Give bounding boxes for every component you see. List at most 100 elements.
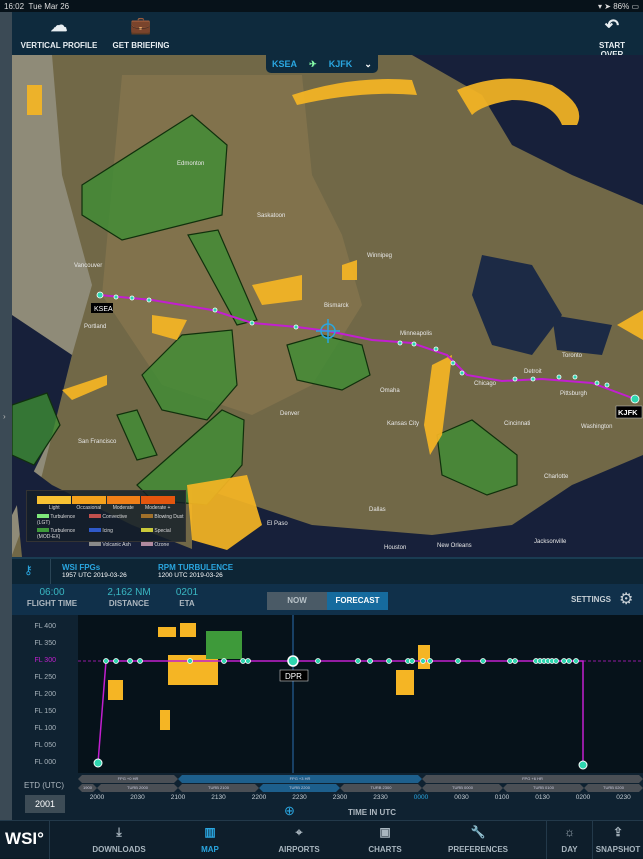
city-label: Omaha (380, 388, 400, 394)
data-source-bar: ⚷ WSI FPGs 1957 UTC 2019-03-26 RPM TURBU… (12, 557, 643, 584)
time-cursor-handle-icon[interactable]: ⊕ (284, 803, 295, 819)
legend-item: Blowing Dust (141, 514, 191, 526)
waypoint (450, 360, 456, 366)
airport-target-icon: ⌖ (295, 825, 303, 839)
time-slider[interactable]: ETD (UTC) 2001 FPG +0 HR FPG +3 HR FPG +6 … (12, 773, 643, 820)
legend-item: Turbulence (MOD-EX) (37, 528, 76, 540)
legend-occasional: Occasional (76, 505, 102, 511)
waypoint (249, 320, 255, 326)
time-tick-label: 0130 (535, 794, 550, 801)
origin-marker (93, 758, 103, 768)
legend-item: Special (141, 528, 191, 540)
city-label: New Orleans (437, 543, 472, 549)
turbulence-cell (168, 655, 218, 685)
turbulence-time-segment[interactable]: TURB 2000 (97, 784, 178, 792)
city-label: Dallas (369, 507, 386, 513)
aircraft-position-marker (287, 655, 299, 667)
tab-preferences[interactable]: 🔧 PREFERENCES (445, 821, 511, 859)
time-tick-label: 2230 (292, 794, 307, 801)
legend-item: Turbulence (LGT) (37, 514, 76, 526)
profile-waypoint (221, 658, 227, 664)
get-briefing-label: GET BRIEFING (112, 41, 170, 50)
sun-icon: ☼ (564, 825, 575, 839)
turbulence-time-segment[interactable]: TURB 0100 (503, 784, 584, 792)
city-label: Toronto (562, 353, 583, 359)
waypoint (433, 346, 439, 352)
waypoint (212, 307, 218, 313)
vertical-profile-chart[interactable]: DPR (78, 615, 643, 773)
turbulence-time-segment[interactable]: 1900 (78, 784, 97, 792)
top-toolbar: ☁ VERTICAL PROFILE 💼 GET BRIEFING ↶START O… (12, 12, 643, 59)
turbulence-time-segment[interactable]: TURB 2100 (178, 784, 259, 792)
legend-item: Icing (89, 528, 139, 540)
profile-waypoint (187, 658, 193, 664)
key-icon[interactable]: ⚷ (24, 563, 33, 577)
flight-level-label: FL 000 (34, 759, 56, 766)
city-label: El Paso (267, 521, 288, 527)
time-tick-label: 2100 (170, 794, 186, 801)
turbulence-time-segment[interactable]: TURB 0000 (422, 784, 503, 792)
waypoint (96, 291, 104, 299)
forecast-button[interactable]: FORECAST (327, 592, 388, 610)
profile-waypoint (561, 658, 567, 664)
waypoint (146, 297, 152, 303)
vertical-profile-button[interactable]: ☁ VERTICAL PROFILE (18, 16, 100, 50)
time-tick-label: 0230 (616, 794, 631, 801)
destination-code: KJFK (328, 59, 353, 69)
turbulence-cell (158, 627, 176, 637)
flight-time-value: 06:00 (39, 587, 65, 598)
profile-waypoint (455, 658, 461, 664)
gear-icon[interactable]: ⚙ (619, 589, 633, 609)
tab-airports[interactable]: ⌖ AIRPORTS (270, 821, 328, 859)
city-label: Winnipeg (367, 253, 392, 259)
settings-button[interactable]: SETTINGS (571, 595, 611, 604)
city-label: Edmonton (177, 161, 204, 167)
time-tick-label: 0030 (454, 794, 469, 801)
tab-map[interactable]: ▥ MAP (190, 821, 230, 859)
start-over-button[interactable]: ↶START OVER (587, 16, 637, 59)
legend-item: Ozone (141, 542, 191, 548)
turbulence-cell (180, 623, 196, 637)
flight-level-axis: FL 400 FL 350 FL 300 FL 250 FL 200 FL 150 FL 1… (12, 615, 78, 773)
waypoint (530, 376, 536, 382)
now-button[interactable]: NOW (267, 592, 327, 610)
snapshot-button[interactable]: ⇪ SNAPSHOT (592, 821, 643, 859)
distance-value: 2,162 NM (107, 587, 151, 598)
flight-time-label: FLIGHT TIME (26, 599, 78, 608)
etd-input[interactable]: 2001 (25, 795, 65, 813)
time-tick-label: 2000 (89, 794, 105, 801)
undo-icon: ↶ (604, 16, 620, 35)
turbulence-cell (418, 645, 430, 669)
turbulence-time-segment[interactable]: TURB 2300 (340, 784, 422, 792)
profile-waypoint (103, 658, 109, 664)
tab-charts[interactable]: ▣ CHARTS (360, 821, 410, 859)
map-view[interactable]: KSEA KJFK Vancouver Portland San Francis… (12, 55, 643, 557)
briefcase-icon: 💼 (130, 16, 152, 35)
fpg-source-title: WSI FPGs (62, 563, 101, 572)
legend-item: Convective (89, 514, 139, 526)
turbulence-cell (160, 710, 170, 730)
side-drawer-handle[interactable]: › (0, 12, 12, 820)
fpg-segment[interactable]: FPG +6 HR (422, 775, 643, 783)
cloud-plane-icon: ☁ (50, 16, 68, 35)
waypoint (594, 380, 600, 386)
turbulence-time-segment[interactable]: TURB 0200 (584, 784, 643, 792)
legend-moderate-swatch (106, 496, 141, 504)
profile-waypoint (507, 658, 513, 664)
city-label: Kansas City (387, 421, 419, 427)
waypoint (293, 324, 299, 330)
time-tick-label: 2330 (373, 794, 388, 801)
time-tick-label: 2200 (251, 794, 267, 801)
legend-item: Volcanic Ash (89, 542, 139, 548)
turbulence-time-segment[interactable]: TURB 2200 (259, 784, 340, 792)
day-mode-button[interactable]: ☼ DAY (546, 821, 592, 859)
city-label: Cincinnati (504, 421, 530, 427)
fpg-segment[interactable]: FPG +0 HR (78, 775, 178, 783)
battery-level: 86% (613, 2, 630, 11)
profile-waypoint (245, 658, 251, 664)
route-selector[interactable]: KSEA ✈ KJFK ⌄ (266, 55, 378, 73)
fpg-segment[interactable]: FPG +3 HR (178, 775, 422, 783)
tab-downloads[interactable]: ⤓ DOWNLOADS (80, 821, 158, 859)
flight-level-label: FL 200 (34, 691, 56, 698)
get-briefing-button[interactable]: 💼 GET BRIEFING (106, 16, 176, 50)
